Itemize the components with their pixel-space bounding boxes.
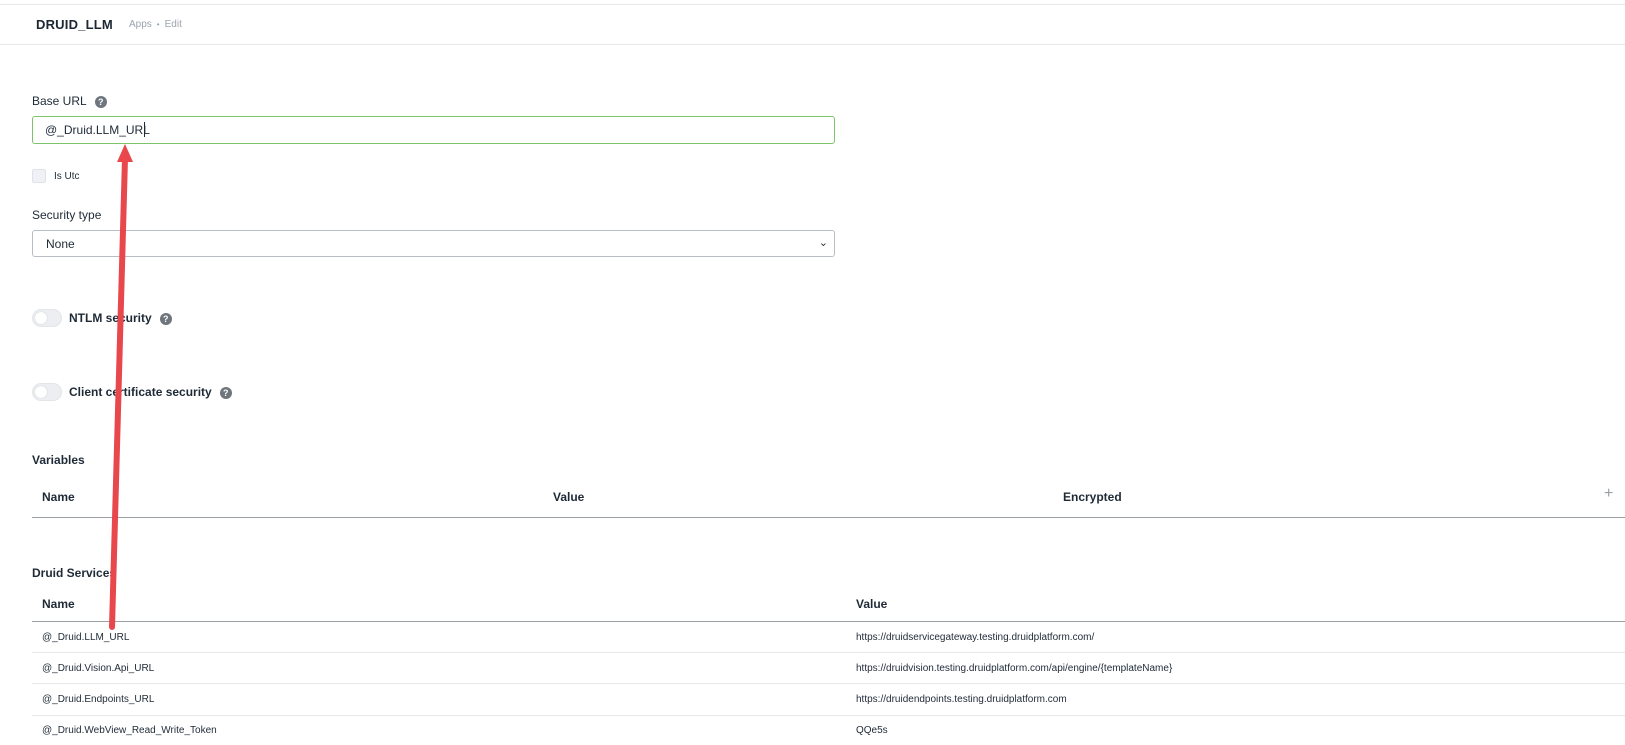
variables-header-divider — [32, 517, 1625, 518]
security-type-value: None — [46, 237, 75, 251]
base-url-label-row: Base URL? — [32, 94, 107, 108]
client-cert-label-row: Client certificate security? — [69, 385, 232, 399]
service-name: @_Druid.LLM_URL — [42, 632, 130, 643]
base-url-input[interactable] — [32, 116, 835, 144]
is-utc-label: Is Utc — [54, 171, 80, 182]
top-bar: DRUID_LLM Apps • Edit — [0, 4, 1625, 45]
breadcrumb-separator: • — [156, 20, 160, 29]
add-variable-icon[interactable]: + — [1604, 486, 1613, 502]
client-certificate-toggle[interactable] — [32, 383, 62, 401]
service-name: @_Druid.WebView_Read_Write_Token — [42, 725, 217, 736]
help-icon[interactable]: ? — [159, 312, 172, 325]
service-value: https://druidvision.testing.druidplatfor… — [856, 663, 1173, 674]
variables-title: Variables — [32, 453, 85, 467]
ntlm-label-row: NTLM security? — [69, 311, 172, 325]
breadcrumb-edit: Edit — [164, 19, 182, 30]
druid-services-title: Druid Services — [32, 566, 117, 580]
base-url-label: Base URL — [32, 94, 87, 108]
app-title: DRUID_LLM — [36, 17, 113, 32]
breadcrumb-apps[interactable]: Apps — [129, 19, 152, 30]
annotation-arrow — [109, 144, 133, 630]
variables-col-name: Name — [42, 490, 75, 504]
security-type-label: Security type — [32, 208, 102, 222]
toggle-knob — [35, 312, 47, 324]
row-divider — [32, 652, 1625, 653]
breadcrumb: Apps • Edit — [129, 19, 182, 30]
service-value: QQe5s — [856, 725, 888, 736]
service-value: https://druidservicegateway.testing.drui… — [856, 632, 1095, 643]
app-edit-page: DRUID_LLM Apps • Edit Base URL? Is Utc Sec… — [0, 0, 1625, 745]
client-certificate-label: Client certificate security — [69, 385, 212, 399]
security-type-select[interactable]: None ⌄ — [32, 230, 835, 257]
service-name: @_Druid.Vision.Api_URL — [42, 663, 155, 674]
service-value: https://druidendpoints.testing.druidplat… — [856, 694, 1067, 705]
ntlm-security-toggle[interactable] — [32, 309, 62, 327]
service-name: @_Druid.Endpoints_URL — [42, 694, 155, 705]
chevron-down-icon: ⌄ — [818, 237, 828, 249]
variables-col-encrypted: Encrypted — [1063, 490, 1122, 504]
row-divider — [32, 683, 1625, 684]
text-caret — [144, 122, 145, 137]
services-col-value: Value — [856, 597, 888, 611]
row-divider — [32, 715, 1625, 716]
arrow-head — [117, 144, 133, 162]
services-col-name: Name — [42, 597, 75, 611]
toggle-knob — [35, 386, 47, 398]
variables-col-value: Value — [553, 490, 585, 504]
is-utc-checkbox[interactable] — [32, 169, 46, 183]
ntlm-security-label: NTLM security — [69, 311, 152, 325]
services-header-divider — [32, 621, 1625, 622]
help-icon[interactable]: ? — [219, 386, 232, 399]
help-icon[interactable]: ? — [94, 95, 107, 108]
